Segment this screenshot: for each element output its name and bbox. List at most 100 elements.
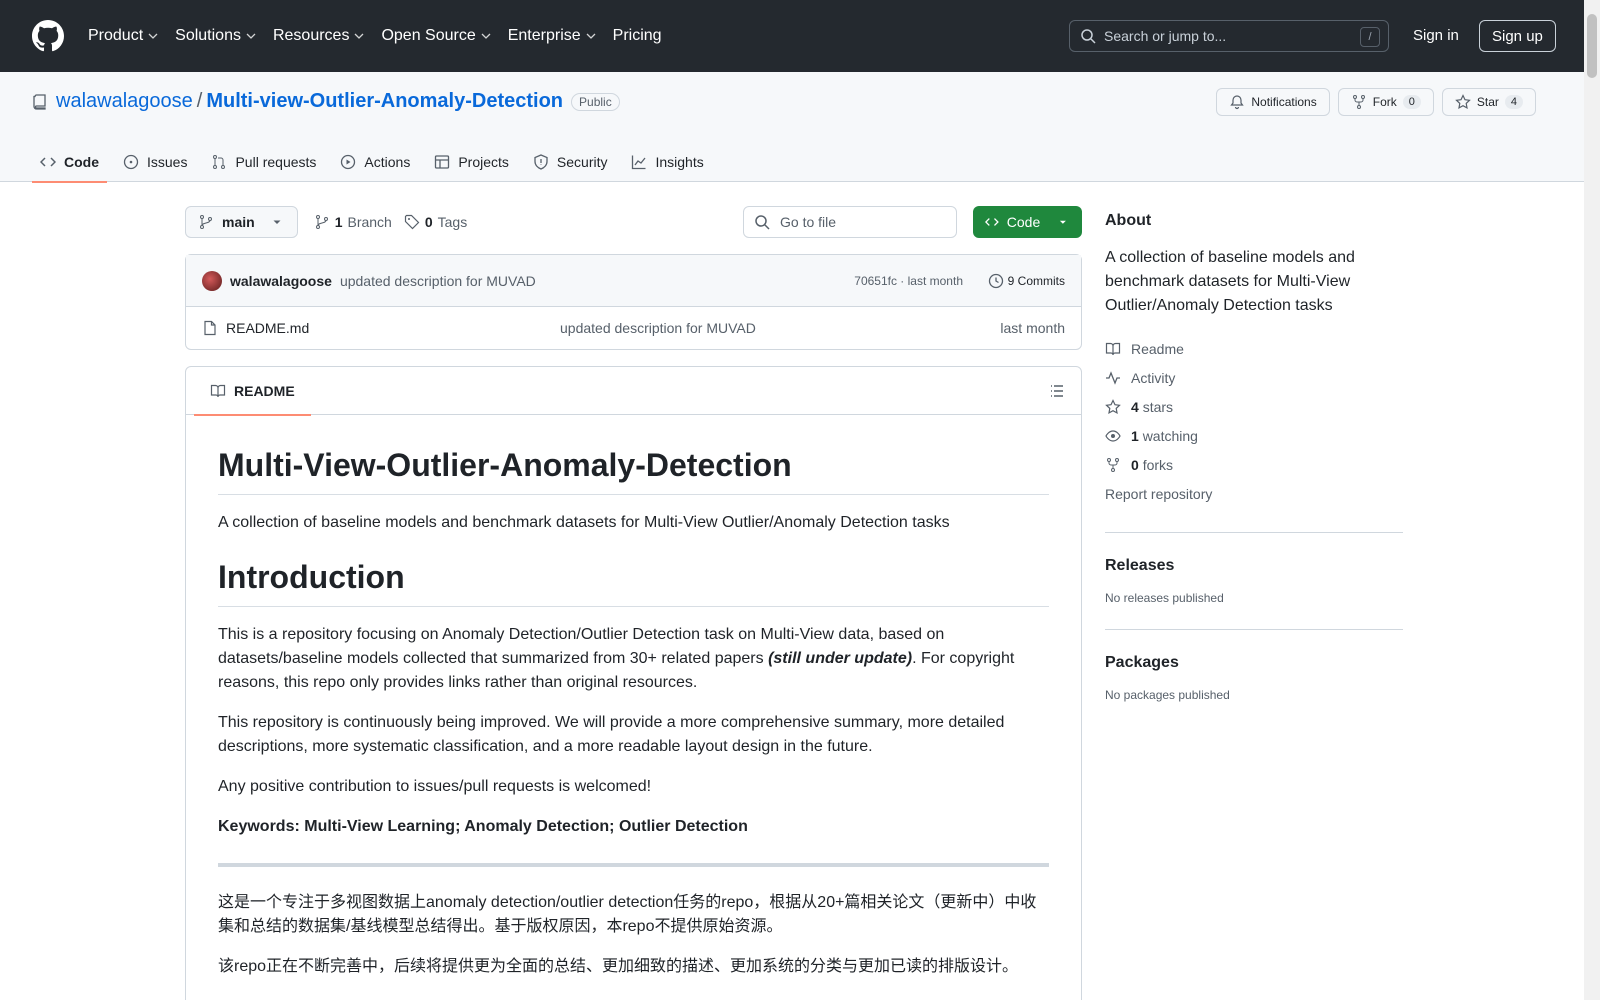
sign-in-link[interactable]: Sign in [1413, 27, 1459, 44]
repo-icon [33, 93, 46, 110]
star-button[interactable]: Star 4 [1441, 88, 1536, 116]
star-icon [1455, 94, 1471, 110]
search-icon [755, 215, 770, 230]
chevron-down-icon [246, 33, 256, 39]
tab-actions[interactable]: Actions [332, 142, 418, 182]
tab-issues[interactable]: Issues [115, 142, 195, 182]
chevron-down-icon [148, 33, 158, 39]
caret-down-icon [273, 220, 281, 224]
branch-icon [200, 215, 212, 229]
pull-request-icon [213, 155, 226, 169]
scrollbar-thumb[interactable] [1587, 14, 1597, 78]
nav-open-source[interactable]: Open Source [381, 27, 491, 45]
fork-button[interactable]: Fork 0 [1337, 88, 1434, 116]
repo-actions: Notifications Fork 0 Star 4 [1216, 88, 1536, 116]
code-dropdown-button[interactable]: Code [973, 206, 1082, 238]
branches-link[interactable]: 1 Branch [314, 214, 392, 230]
readme-link[interactable]: Readme [1105, 334, 1403, 363]
global-search-input[interactable]: Search or jump to... / [1069, 20, 1389, 52]
readme-content: Multi-View-Outlier-Anomaly-Detection A c… [186, 415, 1081, 979]
readme-panel: README Multi-View-Outlier-Anomaly-Detect… [185, 366, 1082, 1000]
nav-resources[interactable]: Resources [273, 27, 365, 45]
stars-link[interactable]: 4 stars [1105, 392, 1403, 421]
tab-code[interactable]: Code [32, 142, 107, 183]
table-icon [435, 155, 450, 169]
github-logo-icon[interactable] [32, 20, 64, 52]
activity-link[interactable]: Activity [1105, 363, 1403, 392]
nav-solutions[interactable]: Solutions [175, 27, 257, 45]
code-icon [985, 218, 999, 226]
file-date: last month [1000, 320, 1065, 336]
search-shortcut-key: / [1360, 27, 1380, 47]
watching-link[interactable]: 1 watching [1105, 421, 1403, 450]
chevron-down-icon [481, 33, 491, 39]
packages-heading[interactable]: Packages [1105, 654, 1403, 672]
visibility-badge: Public [571, 92, 620, 111]
tab-pull-requests[interactable]: Pull requests [203, 142, 324, 182]
branch-row: main 1 Branch 0 Tags Go to file Code [185, 206, 1082, 238]
readme-header: README [186, 367, 1081, 416]
chevron-down-icon [354, 33, 364, 39]
improvement-paragraph: This repository is continuously being im… [218, 714, 1005, 755]
book-icon [1105, 342, 1121, 355]
readme-subtitle: A collection of baseline models and benc… [218, 514, 950, 531]
packages-empty-text: No packages published [1105, 688, 1230, 702]
commit-message-link[interactable]: updated description for MUVAD [340, 273, 536, 289]
tab-insights[interactable]: Insights [623, 142, 711, 182]
divider [218, 863, 1049, 867]
branch-selector[interactable]: main [185, 206, 298, 238]
chinese-improvement-paragraph: 该repo正在不断完善中，后续将提供更为全面的总结、更加细致的描述、更加系统的分… [218, 958, 1019, 975]
packages-section: Packages No packages published [1105, 629, 1403, 702]
chevron-down-icon [586, 33, 596, 39]
list-outline-icon[interactable] [1049, 383, 1065, 399]
repo-header: walawalagoose / Multi-view-Outlier-Anoma… [0, 72, 1584, 183]
caret-down-icon [1060, 220, 1067, 224]
commit-author-link[interactable]: walawalagoose [230, 273, 332, 289]
nav-enterprise[interactable]: Enterprise [508, 27, 597, 45]
book-icon [210, 384, 226, 397]
latest-commit: walawalagoose updated description for MU… [186, 255, 1081, 307]
file-browser: walawalagoose updated description for MU… [185, 254, 1082, 350]
keywords-paragraph: Keywords: Multi-View Learning; Anomaly D… [218, 818, 748, 835]
tab-projects[interactable]: Projects [426, 142, 517, 182]
graph-icon [632, 155, 646, 170]
fork-count: 0 [1402, 95, 1421, 109]
commits-link[interactable]: 9 Commits [988, 273, 1065, 289]
nav-pricing[interactable]: Pricing [613, 27, 662, 45]
avatar[interactable] [202, 270, 222, 291]
file-name-link[interactable]: README.md [226, 320, 309, 336]
releases-section: Releases No releases published [1105, 532, 1403, 605]
contribution-paragraph: Any positive contribution to issues/pull… [218, 778, 652, 795]
file-icon [204, 320, 216, 336]
releases-empty-text: No releases published [1105, 591, 1224, 605]
repo-owner-link[interactable]: walawalagoose [56, 90, 193, 113]
repo-name-link[interactable]: Multi-view-Outlier-Anomaly-Detection [206, 90, 563, 113]
repo-separator: / [196, 90, 203, 112]
chinese-intro-paragraph: 这是一个专注于多视图数据上anomaly detection/outlier d… [218, 894, 1037, 935]
fork-icon [1107, 457, 1119, 472]
releases-heading[interactable]: Releases [1105, 557, 1403, 575]
notifications-button[interactable]: Notifications [1216, 88, 1330, 116]
introduction-heading: Introduction [218, 559, 1049, 607]
go-to-file-input[interactable]: Go to file [743, 206, 957, 238]
nav-product[interactable]: Product [88, 27, 159, 45]
repo-sidebar: About A collection of baseline models an… [1105, 212, 1403, 702]
forks-link[interactable]: 0 forks [1105, 450, 1403, 479]
page-scrollbar[interactable] [1584, 0, 1600, 1000]
code-icon [40, 157, 56, 167]
commit-hash-time[interactable]: 70651fc · last month [854, 274, 963, 288]
tab-security[interactable]: Security [525, 142, 616, 182]
global-header: Product Solutions Resources Open Source … [0, 0, 1584, 72]
fork-icon [1352, 95, 1365, 109]
bell-icon [1230, 95, 1245, 110]
report-repository-link[interactable]: Report repository [1105, 479, 1403, 508]
search-icon [1081, 29, 1096, 44]
star-icon [1105, 398, 1121, 414]
tags-link[interactable]: 0 Tags [404, 214, 467, 230]
play-icon [341, 154, 356, 170]
sign-up-button[interactable]: Sign up [1479, 20, 1556, 52]
file-commit-message-link[interactable]: updated description for MUVAD [560, 320, 756, 336]
repo-title: walawalagoose / Multi-view-Outlier-Anoma… [32, 90, 620, 113]
file-row: README.md updated description for MUVAD … [186, 307, 1081, 349]
readme-tab[interactable]: README [194, 367, 311, 416]
